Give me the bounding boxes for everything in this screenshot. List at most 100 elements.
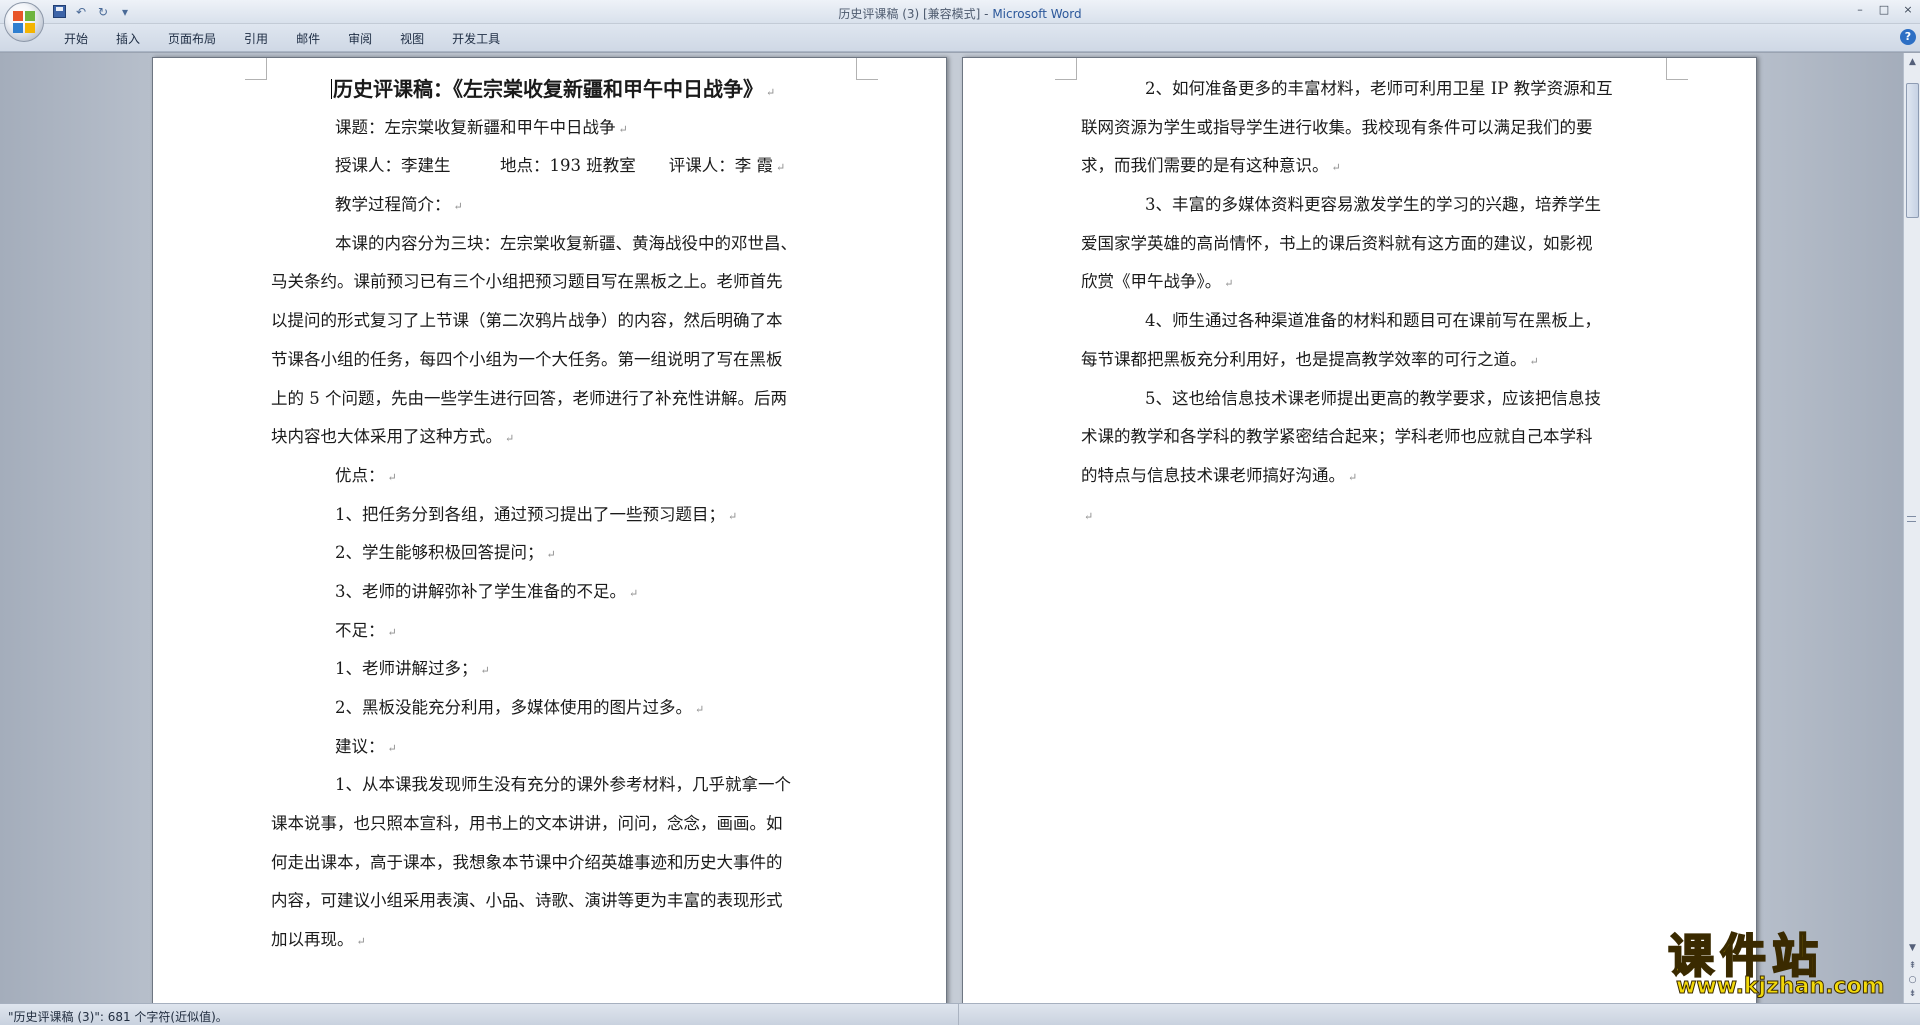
text-line-content: 课题：左宗棠收复新疆和甲午中日战争 <box>335 117 616 137</box>
tab-review[interactable]: 审阅 <box>334 30 386 48</box>
page-right[interactable]: 2、如何准备更多的丰富材料，老师可利用卫星 IP 教学资源和互联网资源为学生或指… <box>962 57 1757 1003</box>
text-line: 2、黑板没能充分利用，多媒体使用的图片过多。 ↵ <box>271 689 797 728</box>
text-line: 上的 5 个问题，先由一些学生进行回答，老师进行了补充性讲解。后两 <box>271 380 797 419</box>
scroll-grip <box>1907 516 1916 522</box>
text-line: 的特点与信息技术课老师搞好沟通。 ↵ <box>1081 457 1613 496</box>
previous-page-button[interactable]: ⇞ <box>1905 959 1920 973</box>
vertical-scrollbar[interactable]: ▲ ▼ ⇞ ○ ⇟ <box>1903 53 1920 1003</box>
text-line-content: 3、丰富的多媒体资料更容易激发学生的学习的兴趣，培养学生 <box>1145 195 1601 215</box>
help-icon[interactable]: ? <box>1900 29 1916 45</box>
ribbon-tabs: 开始 插入 页面布局 引用 邮件 审阅 视图 开发工具 <box>50 30 514 48</box>
tab-view[interactable]: 视图 <box>386 30 438 48</box>
text-line-content: 2、黑板没能充分利用，多媒体使用的图片过多。 <box>335 698 692 717</box>
scroll-down-button[interactable]: ▼ <box>1905 941 1920 955</box>
text-line-content: 每节课都把黑板充分利用好，也是提高教学效率的可行之道。 <box>1081 349 1527 369</box>
text-line: 节课各小组的任务，每四个小组为一个大任务。第一组说明了写在黑板 <box>271 341 797 380</box>
text-line: 优点： ↵ <box>271 457 797 496</box>
text-line-content: 3、老师的讲解弥补了学生准备的不足。 <box>335 581 626 601</box>
text-line: 3、老师的讲解弥补了学生准备的不足。 ↵ <box>271 573 797 612</box>
text-line: 内容，可建议小组采用表演、小品、诗歌、演讲等更为丰富的表现形式 <box>271 882 797 921</box>
text-line: 教学过程简介： ↵ <box>271 186 797 225</box>
document-area[interactable]: 历史评课稿：《左宗棠收复新疆和甲午中日战争》 ↵ 课题：左宗棠收复新疆和甲午中日战… <box>0 53 1903 1003</box>
paragraph-mark: ↵ <box>618 122 628 136</box>
text-cursor <box>331 79 332 99</box>
window-title: 历史评课稿 (3) [兼容模式] - Microsoft Word <box>0 5 1920 22</box>
paragraph-mark: ↵ <box>766 86 776 99</box>
paragraph-mark: ↵ <box>728 509 738 523</box>
watermark-url: www.kjzhan.com <box>1676 974 1886 1000</box>
text-line-content: 联网资源为学生或指导学生进行收集。我校现有条件可以满足我们的要 <box>1081 117 1593 137</box>
page-left[interactable]: 历史评课稿：《左宗棠收复新疆和甲午中日战争》 ↵ 课题：左宗棠收复新疆和甲午中日战… <box>152 57 947 1003</box>
tab-home[interactable]: 开始 <box>50 30 102 48</box>
paragraph-mark: ↵ <box>505 432 515 446</box>
text-line-content: 求，而我们需要的是有这种意识。 <box>1081 156 1329 176</box>
minimize-button[interactable]: – <box>1848 0 1872 18</box>
paragraph-mark: ↵ <box>387 741 397 755</box>
close-button[interactable]: × <box>1896 0 1920 18</box>
text-line-content: 1、从本课我发现师生没有充分的课外参考材料，几乎就拿一个 <box>335 775 791 795</box>
text-line: 2、学生能够积极回答提问； ↵ <box>271 534 797 573</box>
text-line-content: 术课的教学和各学科的教学紧密结合起来；学科老师也应就自己本学科 <box>1081 427 1593 447</box>
text-line: 1、从本课我发现师生没有充分的课外参考材料，几乎就拿一个 <box>271 766 797 805</box>
status-bar: "历史评课稿 (3)": 681 个字符(近似值)。 <box>0 1003 1920 1025</box>
text-line: 1、把任务分到各组，通过预习提出了一些预习题目； ↵ <box>271 496 797 535</box>
paragraph-mark: ↵ <box>775 161 786 175</box>
paragraph-mark: ↵ <box>1224 277 1234 291</box>
text-line-content: 欣赏《甲午战争》。 <box>1081 272 1222 292</box>
text-line: 建议： ↵ <box>271 728 797 767</box>
text-line: ↵ <box>1081 496 1613 535</box>
text-line-content: 节课各小组的任务，每四个小组为一个大任务。第一组说明了写在黑板 <box>271 349 783 369</box>
text-line-content: 何走出课本，高于课本，我想象本节课中介绍英雄事迹和历史大事件的 <box>271 852 783 872</box>
window-controls: – □ × <box>1848 0 1920 18</box>
word-count-status[interactable]: "历史评课稿 (3)": 681 个字符(近似值)。 <box>8 1008 228 1025</box>
scroll-thumb[interactable] <box>1906 83 1919 218</box>
text-line-content: 4、师生通过各种渠道准备的材料和题目可在课前写在黑板上， <box>1145 311 1601 331</box>
maximize-button[interactable]: □ <box>1872 0 1896 18</box>
text-line: 4、师生通过各种渠道准备的材料和题目可在课前写在黑板上， <box>1081 302 1613 341</box>
text-line: 2、如何准备更多的丰富材料，老师可利用卫星 IP 教学资源和互 <box>1081 70 1613 109</box>
text-line: 3、丰富的多媒体资料更容易激发学生的学习的兴趣，培养学生 <box>1081 186 1613 225</box>
office-button[interactable] <box>4 2 44 42</box>
office-logo-icon <box>13 11 35 33</box>
text-line: 1、老师讲解过多； ↵ <box>271 650 797 689</box>
tab-developer[interactable]: 开发工具 <box>438 30 514 48</box>
text-line: 何走出课本，高于课本，我想象本节课中介绍英雄事迹和历史大事件的 <box>271 844 797 883</box>
right-page-lines: 2、如何准备更多的丰富材料，老师可利用卫星 IP 教学资源和互联网资源为学生或指… <box>1081 70 1613 534</box>
browse-object-button[interactable]: ○ <box>1905 973 1920 987</box>
tab-references[interactable]: 引用 <box>230 30 282 48</box>
text-line: 5、这也给信息技术课老师提出更高的教学要求，应该把信息技 <box>1081 380 1613 419</box>
text-line: 加以再现。 ↵ <box>271 921 797 960</box>
paragraph-mark: ↵ <box>695 703 705 716</box>
text-line-content: 本课的内容分为三块：左宗棠收复新疆、黄海战役中的邓世昌、 <box>335 233 797 253</box>
paragraph-mark: ↵ <box>453 200 463 214</box>
text-line-content: 的特点与信息技术课老师搞好沟通。 <box>1081 465 1345 485</box>
left-page-body: 历史评课稿：《左宗棠收复新疆和甲午中日战争》 ↵ 课题：左宗棠收复新疆和甲午中日战… <box>271 70 797 960</box>
text-line-content: 教学过程简介： <box>335 195 451 215</box>
tab-insert[interactable]: 插入 <box>102 30 154 48</box>
paragraph-mark: ↵ <box>1529 354 1539 368</box>
text-line: 每节课都把黑板充分利用好，也是提高教学效率的可行之道。 ↵ <box>1081 341 1613 380</box>
text-line-content: 2、学生能够积极回答提问； <box>335 543 544 563</box>
left-page-lines: 课题：左宗棠收复新疆和甲午中日战争 ↵ 授课人：李建生 地点：193 班教室 评课人… <box>271 109 797 960</box>
next-page-button[interactable]: ⇟ <box>1905 987 1920 1001</box>
status-divider <box>958 1004 959 1025</box>
text-line-content: 块内容也大体采用了这种方式。 <box>271 427 502 447</box>
title-bar: ↶ ↻ ▾ 历史评课稿 (3) [兼容模式] - Microsoft Word … <box>0 0 1920 24</box>
app-name: Microsoft Word <box>992 7 1082 21</box>
scroll-up-button[interactable]: ▲ <box>1905 55 1920 69</box>
text-line-content: 课本说事，也只照本宣科，用书上的文本讲讲，问问，念念，画画。如 <box>271 814 783 834</box>
paragraph-mark: ↵ <box>387 625 397 639</box>
text-line: 爱国家学英雄的高尚情怀，书上的课后资料就有这方面的建议，如影视 <box>1081 225 1613 264</box>
crop-mark <box>1666 58 1688 80</box>
text-line-content: 授课人：李建生 地点：193 班教室 评课人：李 霞 <box>335 156 773 176</box>
text-line-content: 1、老师讲解过多； <box>335 659 478 679</box>
text-line: 不足： ↵ <box>271 612 797 651</box>
text-line-content: 5、这也给信息技术课老师提出更高的教学要求，应该把信息技 <box>1145 388 1601 408</box>
text-line: 联网资源为学生或指导学生进行收集。我校现有条件可以满足我们的要 <box>1081 109 1613 148</box>
text-line: 课本说事，也只照本宣科，用书上的文本讲讲，问问，念念，画画。如 <box>271 805 797 844</box>
text-line-content: 1、把任务分到各组，通过预习提出了一些预习题目； <box>335 504 725 524</box>
tab-mailings[interactable]: 邮件 <box>282 30 334 48</box>
doc-title: 历史评课稿：《左宗棠收复新疆和甲午中日战争》 <box>333 77 763 101</box>
doc-title-line: 历史评课稿：《左宗棠收复新疆和甲午中日战争》 ↵ <box>271 70 797 109</box>
tab-page-layout[interactable]: 页面布局 <box>154 30 230 48</box>
